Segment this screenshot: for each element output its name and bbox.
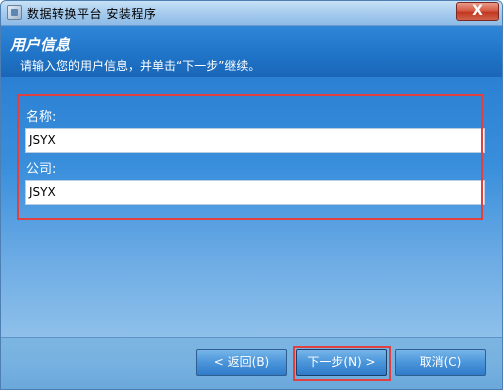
close-button[interactable]: X (456, 2, 499, 21)
form-highlight-box (17, 94, 483, 220)
page-title: 用户信息 (10, 36, 71, 54)
back-button[interactable]: < 返回(B) (196, 349, 287, 376)
next-button-highlight (293, 346, 391, 381)
window-title: 数据转换平台 安装程序 (27, 7, 157, 21)
page-subtitle: 请输入您的用户信息，并单击“下一步”继续。 (20, 59, 261, 73)
title-bar: 数据转换平台 安装程序 X (1, 1, 502, 26)
page-header: 用户信息 请输入您的用户信息，并单击“下一步”继续。 (1, 26, 502, 77)
cancel-button[interactable]: 取消(C) (395, 349, 486, 376)
app-icon (7, 5, 22, 20)
close-icon: X (472, 3, 483, 19)
installer-window: 数据转换平台 安装程序 X 用户信息 请输入您的用户信息，并单击“下一步”继续。… (0, 0, 503, 390)
